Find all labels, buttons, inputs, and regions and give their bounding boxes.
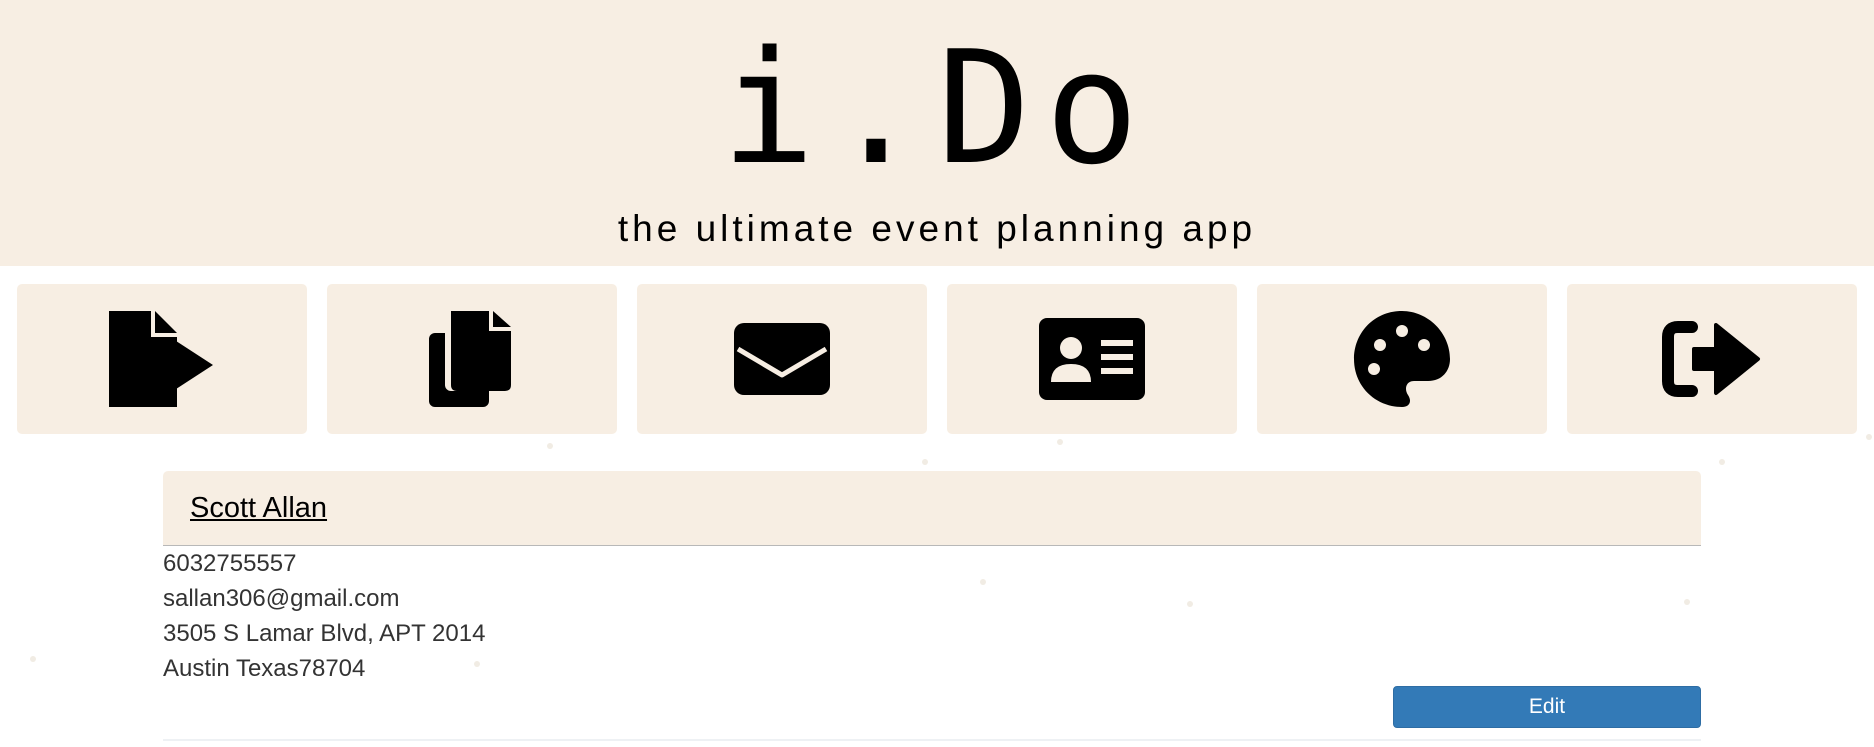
- nav-mail-tile[interactable]: [637, 284, 927, 434]
- edit-button[interactable]: Edit: [1393, 686, 1701, 728]
- nav-bar: [17, 284, 1857, 434]
- palette-icon: [1354, 311, 1450, 407]
- nav-export-tile[interactable]: [17, 284, 307, 434]
- envelope-icon: [734, 323, 830, 395]
- app-tagline: the ultimate event planning app: [617, 208, 1257, 249]
- contact-phone: 6032755557: [163, 550, 297, 577]
- file-export-icon: [109, 311, 213, 407]
- contact-card: Scott Allan 6032755557 sallan306@gmail.c…: [163, 471, 1701, 741]
- contact-email: sallan306@gmail.com: [163, 585, 400, 612]
- contact-city-line: Austin Texas78704: [163, 655, 366, 682]
- contact-name-link[interactable]: Scott Allan: [190, 492, 327, 525]
- app-logo: i.Do: [721, 17, 1153, 199]
- id-card-icon: [1039, 318, 1145, 400]
- nav-contact-card-tile[interactable]: [947, 284, 1237, 434]
- sign-out-icon: [1662, 321, 1760, 397]
- contact-address: 3505 S Lamar Blvd, APT 2014: [163, 620, 486, 647]
- nav-theme-tile[interactable]: [1257, 284, 1547, 434]
- copy-icon: [429, 311, 511, 407]
- contact-card-header: Scott Allan: [163, 471, 1701, 546]
- nav-documents-tile[interactable]: [327, 284, 617, 434]
- nav-sign-out-tile[interactable]: [1567, 284, 1857, 434]
- contact-card-body: 6032755557 sallan306@gmail.com 3505 S La…: [163, 546, 1701, 741]
- app-header: i.Do the ultimate event planning app: [0, 0, 1874, 266]
